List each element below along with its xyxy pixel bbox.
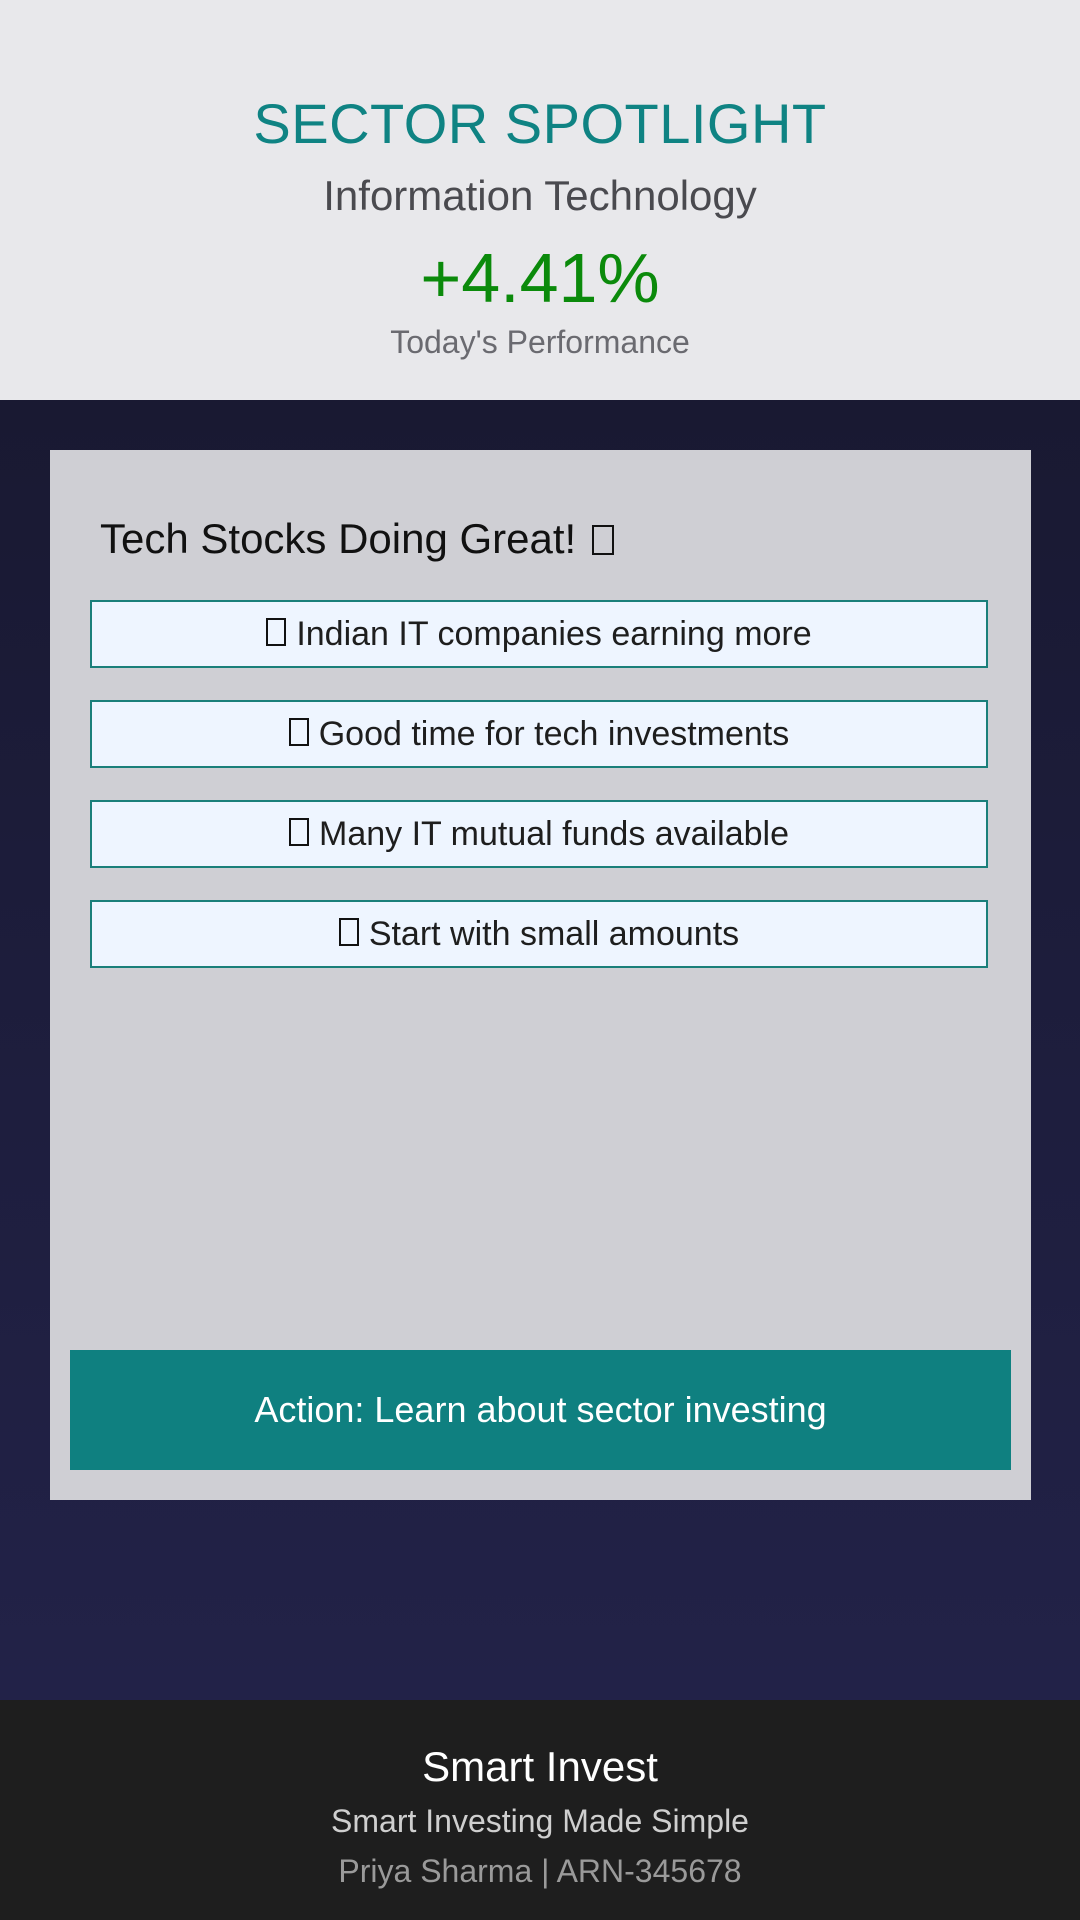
box-icon [266,618,287,646]
list-item-text: Start with small amounts [368,915,740,953]
list-item-text: Good time for tech investments [318,715,790,753]
list-item-text: Many IT mutual funds available [319,815,789,853]
card-title-text: Tech Stocks Doing Great! [100,515,577,562]
brand-tagline: Smart Investing Made Simple [331,1803,749,1839]
box-icon [289,818,310,846]
list-item: Indian IT companies earning more [90,600,988,668]
list-item-text: Indian IT companies earning more [296,615,812,653]
advisor-credit: Priya Sharma | ARN-345678 [338,1853,742,1889]
box-icon [591,525,614,555]
box-icon [288,718,309,746]
footer: Smart Invest Smart Investing Made Simple… [0,1700,1080,1920]
performance-value: +4.41% [420,239,660,317]
brand-name: Smart Invest [422,1743,658,1790]
sector-name: Information Technology [323,172,757,219]
list-item: Many IT mutual funds available [90,800,988,868]
info-card: Tech Stocks Doing Great! Indian IT compa… [50,450,1031,1500]
header: SECTOR SPOTLIGHT Information Technology … [0,0,1080,400]
list-item: Start with small amounts [90,900,988,968]
box-icon [338,918,359,946]
learn-sector-investing-button[interactable]: Action: Learn about sector investing [70,1350,1011,1470]
card-title: Tech Stocks Doing Great! [100,514,614,564]
performance-caption: Today's Performance [390,324,690,360]
page-title: SECTOR SPOTLIGHT [253,92,827,155]
list-item: Good time for tech investments [90,700,988,768]
